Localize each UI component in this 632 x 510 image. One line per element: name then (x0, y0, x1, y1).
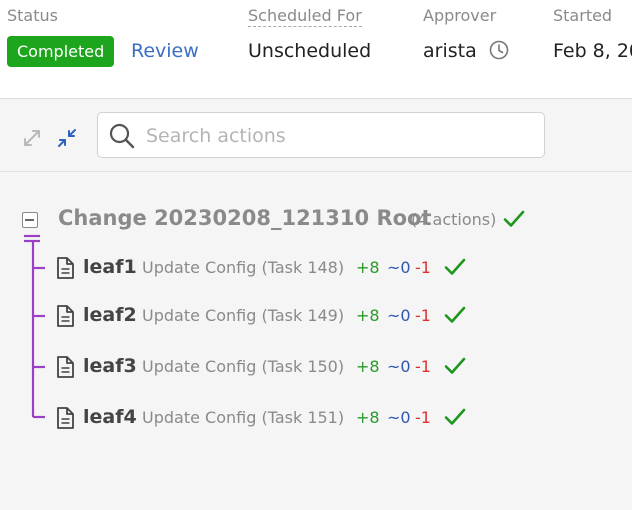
leaf-description: Update Config (Task 148) (142, 258, 345, 277)
root-check-icon (502, 207, 526, 235)
file-icon (55, 256, 75, 284)
collapse-toggle-icon[interactable] (22, 212, 38, 228)
added-count: +8 (356, 306, 380, 325)
search-input[interactable] (144, 120, 538, 152)
status-label: Status (7, 6, 58, 25)
added-count: +8 (356, 408, 380, 427)
leaf-description: Update Config (Task 149) (142, 306, 345, 325)
started-label: Started (553, 6, 613, 25)
search-box[interactable] (97, 112, 545, 158)
collapse-icon[interactable] (57, 128, 77, 148)
check-icon (443, 255, 467, 283)
approver-value-wrap: arista (423, 40, 509, 65)
removed-count: -1 (415, 357, 431, 376)
approver-label: Approver (423, 6, 497, 25)
leaf-description: Update Config (Task 150) (142, 357, 345, 376)
clock-icon[interactable] (489, 40, 509, 65)
search-icon (108, 122, 136, 154)
check-icon (443, 405, 467, 433)
started-value: Feb 8, 20 (553, 40, 632, 62)
modified-count: ~0 (387, 408, 411, 427)
modified-count: ~0 (387, 357, 411, 376)
expand-icon[interactable] (22, 128, 42, 148)
modified-count: ~0 (387, 258, 411, 277)
added-count: +8 (356, 357, 380, 376)
check-icon (443, 303, 467, 331)
root-title: Change 20230208_121310 Root (58, 206, 432, 230)
removed-count: -1 (415, 306, 431, 325)
modified-count: ~0 (387, 306, 411, 325)
file-icon (55, 406, 75, 434)
removed-count: -1 (415, 408, 431, 427)
scheduled-label: Scheduled For (248, 6, 362, 27)
file-icon (55, 355, 75, 383)
approver-value: arista (423, 40, 477, 62)
leaf-description: Update Config (Task 151) (142, 408, 345, 427)
file-icon (55, 304, 75, 332)
review-link[interactable]: Review (131, 40, 199, 62)
leaf-name[interactable]: leaf4 (83, 406, 137, 428)
leaf-name[interactable]: leaf3 (83, 355, 137, 377)
leaf-name[interactable]: leaf1 (83, 256, 137, 278)
tree-connector-lines (24, 234, 45, 419)
scheduled-value: Unscheduled (248, 40, 372, 62)
change-header: Status Completed Review Scheduled For Un… (0, 0, 632, 99)
leaf-name[interactable]: leaf2 (83, 304, 137, 326)
check-icon (443, 354, 467, 382)
removed-count: -1 (415, 258, 431, 277)
root-action-count: (4 actions) (411, 210, 497, 229)
status-badge: Completed (7, 36, 115, 67)
added-count: +8 (356, 258, 380, 277)
